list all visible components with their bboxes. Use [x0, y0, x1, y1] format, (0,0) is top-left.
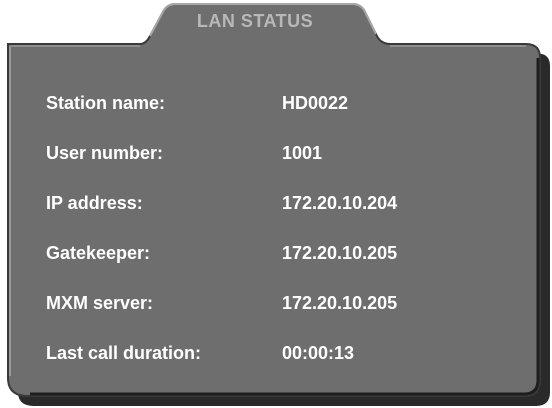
last-call-duration-label: Last call duration: [46, 342, 202, 363]
ip-address-value: 172.20.10.204 [282, 192, 398, 213]
last-call-duration-value: 00:00:13 [282, 342, 355, 363]
mxm-server-label: MXM server: [46, 292, 154, 313]
gatekeeper-label: Gatekeeper: [46, 242, 151, 263]
status-list: Station name: HD0022 User number: 1001 I… [46, 78, 506, 378]
user-number-value: 1001 [282, 142, 323, 163]
ip-address-label: IP address: [46, 192, 143, 213]
status-row-gatekeeper: Gatekeeper: 172.20.10.205 [46, 228, 506, 278]
status-row-station-name: Station name: HD0022 [46, 78, 506, 128]
panel-title: LAN STATUS [196, 11, 314, 31]
mxm-server-value: 172.20.10.205 [282, 292, 398, 313]
station-name-label: Station name: [46, 92, 166, 113]
user-number-label: User number: [46, 142, 164, 163]
station-name-value: HD0022 [282, 92, 349, 113]
status-row-user-number: User number: 1001 [46, 128, 506, 178]
status-row-ip-address: IP address: 172.20.10.204 [46, 178, 506, 228]
gatekeeper-value: 172.20.10.205 [282, 242, 398, 263]
status-row-last-call-duration: Last call duration: 00:00:13 [46, 328, 506, 378]
lan-status-panel: LAN STATUS Station name: HD0022 User num… [0, 0, 552, 408]
status-row-mxm-server: MXM server: 172.20.10.205 [46, 278, 506, 328]
